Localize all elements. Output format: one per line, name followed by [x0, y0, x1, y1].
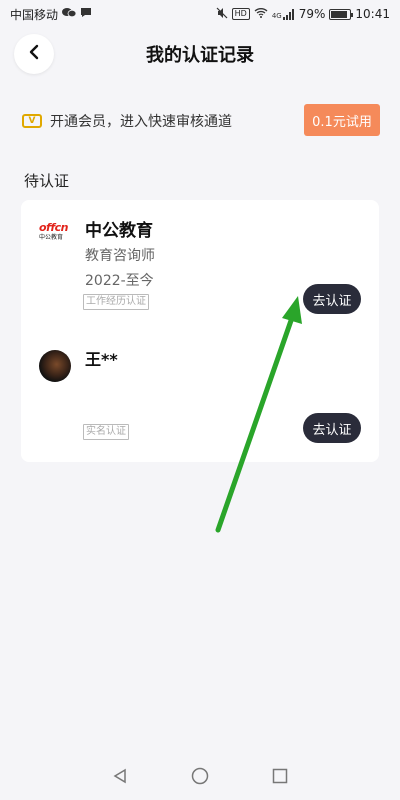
- battery-icon: [329, 8, 354, 20]
- employment-period: 2022-至今: [85, 273, 154, 289]
- verification-type-tag: 工作经历认证: [83, 294, 149, 310]
- verify-button[interactable]: 去认证: [303, 413, 361, 443]
- job-title: 教育咨询师: [85, 248, 155, 264]
- chevron-left-icon: [28, 44, 40, 64]
- hd-badge: HD: [231, 8, 250, 20]
- status-bar: 中国移动 HD 4G 79% 10:41: [0, 0, 400, 28]
- verify-button[interactable]: 去认证: [303, 284, 361, 314]
- wechat-notification-icon: [62, 7, 77, 21]
- nav-back-icon[interactable]: [110, 766, 130, 786]
- list-item: 王** 实名认证 去认证: [21, 334, 379, 462]
- wifi-icon: [254, 7, 268, 21]
- back-button[interactable]: [14, 34, 54, 74]
- mute-icon: [216, 7, 228, 22]
- avatar: [39, 350, 71, 382]
- promo-text: 开通会员，进入快速审核通道: [50, 114, 232, 130]
- battery-percent: 79%: [298, 7, 326, 21]
- organization-name: 中公教育: [85, 221, 153, 241]
- page-title: 我的认证记录: [146, 45, 254, 66]
- message-notification-icon: [80, 7, 92, 21]
- signal-icon: 4G: [271, 8, 295, 20]
- trial-button[interactable]: 0.1元试用: [304, 104, 380, 136]
- nav-home-icon[interactable]: [190, 766, 210, 786]
- section-title: 待认证: [24, 172, 70, 190]
- system-nav-bar: [0, 752, 400, 800]
- list-item: offcn 中公教育 中公教育 教育咨询师 2022-至今 工作经历认证 去认证: [21, 200, 379, 324]
- network-type: 4G: [271, 11, 282, 20]
- pending-verification-card: offcn 中公教育 中公教育 教育咨询师 2022-至今 工作经历认证 去认证…: [21, 200, 379, 462]
- nav-recent-apps-icon[interactable]: [270, 766, 290, 786]
- vip-icon: V: [22, 114, 42, 128]
- offcn-logo: offcn 中公教育: [39, 221, 68, 242]
- header: 我的认证记录: [0, 30, 400, 78]
- membership-promo[interactable]: V 开通会员，进入快速审核通道 0.1元试用: [22, 104, 380, 138]
- clock: 10:41: [355, 7, 390, 21]
- verification-type-tag: 实名认证: [83, 424, 129, 440]
- status-left: 中国移动: [10, 6, 92, 23]
- status-right: HD 4G 79% 10:41: [216, 7, 390, 22]
- person-name: 王**: [85, 350, 118, 369]
- carrier-name: 中国移动: [10, 7, 59, 22]
